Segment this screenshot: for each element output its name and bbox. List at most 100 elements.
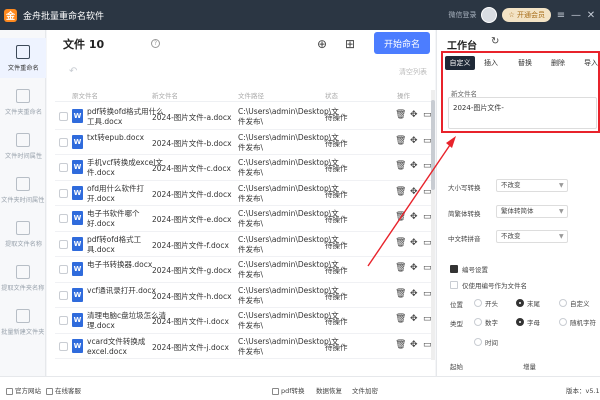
sidebar-item-label: 文件夹重命名: [4, 107, 42, 116]
sidebar-item-file-time[interactable]: 文件时间属性: [0, 126, 46, 166]
sidebar-item-label: 提取文件夹名称: [1, 283, 45, 292]
table-row[interactable]: W 电子书转换器.docx 2024-图片文件-g.docx C:\Users\adm…: [55, 257, 433, 283]
type-number-radio[interactable]: [474, 318, 482, 326]
row-checkbox[interactable]: [59, 341, 68, 351]
status-cell: 待操作: [325, 240, 348, 250]
avatar[interactable]: [481, 7, 498, 23]
trad-simplified-select[interactable]: 繁体转简体: [496, 205, 568, 218]
pdf-convert-link[interactable]: pdf转换: [272, 385, 305, 395]
trash-icon[interactable]: 🗑: [395, 314, 406, 324]
table-row[interactable]: Wtxt转epub.docx 2024-图片文件-b.docx C:\Users\a…: [55, 130, 433, 155]
position-end-radio[interactable]: [516, 299, 524, 307]
trash-icon[interactable]: 🗑: [395, 289, 406, 299]
clear-list-link[interactable]: 清空列表: [399, 67, 427, 77]
sidebar-item-folder-rename[interactable]: 文件夹重命名: [0, 82, 46, 122]
sidebar-item-extract-foldername[interactable]: 提取文件夹名称: [0, 258, 46, 298]
vip-button[interactable]: ☆ 开通会员: [502, 8, 551, 22]
new-name-cell: 2024-图片文件-h.docx: [152, 291, 232, 301]
move-icon[interactable]: ✥: [410, 187, 418, 197]
move-icon[interactable]: ✥: [410, 110, 418, 120]
file-encrypt-link[interactable]: 文件加密: [352, 385, 378, 395]
type-time-radio[interactable]: [474, 338, 482, 346]
undo-icon[interactable]: ↶: [69, 66, 77, 77]
row-checkbox[interactable]: [59, 163, 68, 172]
table-row[interactable]: Wvcf通讯录打开.docx 2024-图片文件-h.docx C:\Users\a…: [55, 283, 433, 308]
trash-icon[interactable]: 🗑: [395, 161, 406, 171]
file-time-icon: [16, 132, 30, 147]
move-icon[interactable]: ✥: [410, 340, 418, 350]
row-checkbox[interactable]: [59, 290, 68, 300]
official-website-link[interactable]: 官方网站: [6, 385, 41, 395]
bottom-bar: 官方网站 在线客服 pdf转换 数据恢复 文件加密 版本：v5.1: [0, 376, 600, 400]
start-rename-button[interactable]: 开始命名: [374, 32, 430, 54]
use-number-only-checkbox[interactable]: [450, 281, 458, 289]
move-icon[interactable]: ✥: [410, 238, 418, 248]
add-folder-icon[interactable]: ⊞: [343, 37, 357, 51]
pinyin-select[interactable]: 不改变: [496, 230, 568, 243]
row-checkbox[interactable]: [59, 188, 68, 198]
file-rename-icon: [16, 44, 30, 59]
sidebar-item-extract-filename[interactable]: 提取文件名称: [0, 214, 46, 254]
row-checkbox[interactable]: [59, 214, 68, 223]
word-doc-icon: W: [72, 109, 83, 123]
row-checkbox[interactable]: [59, 112, 68, 121]
add-file-icon[interactable]: ⊕: [315, 37, 329, 51]
trash-icon[interactable]: 🗑: [395, 238, 406, 248]
numbering-checkbox[interactable]: [450, 265, 458, 273]
sidebar-item-folder-time[interactable]: 文件夹时间属性: [0, 170, 46, 210]
move-icon[interactable]: ✥: [410, 314, 418, 324]
row-checkbox[interactable]: [59, 239, 68, 249]
trash-icon[interactable]: 🗑: [395, 187, 406, 197]
trash-icon[interactable]: 🗑: [395, 340, 406, 350]
refresh-icon[interactable]: ↻: [491, 36, 499, 47]
position-start-radio[interactable]: [474, 299, 482, 307]
folder-rename-icon: [16, 88, 30, 103]
scrollbar-thumb[interactable]: [431, 100, 435, 190]
new-name-cell: 2024-图片文件-j.docx: [152, 342, 229, 352]
table-row[interactable]: Wpdf转换ofd格式用什么工具.docx 2024-图片文件-a.docx C:\…: [55, 104, 433, 130]
sidebar-item-batch-new-folder[interactable]: 批量新建文件夹: [0, 302, 46, 342]
table-row[interactable]: W 手机vcf转换成excel文件.docx 2024-图片文件-c.docx C:\…: [55, 155, 433, 181]
row-checkbox[interactable]: [59, 265, 68, 274]
data-recovery-link[interactable]: 数据恢复: [316, 385, 342, 395]
home-icon: [6, 387, 13, 395]
menu-icon[interactable]: ≡: [556, 10, 566, 21]
trash-icon[interactable]: 🗑: [395, 136, 406, 146]
move-icon[interactable]: ✥: [410, 263, 418, 273]
status-cell: 待操作: [325, 164, 348, 173]
type-number-label: 数字: [485, 319, 498, 327]
close-icon[interactable]: ✕: [586, 10, 596, 21]
word-doc-icon: W: [72, 262, 83, 276]
pdf-convert-label: pdf转换: [281, 387, 305, 395]
row-checkbox[interactable]: [59, 316, 68, 325]
type-random-radio[interactable]: [559, 318, 567, 326]
table-row[interactable]: W 电子书软件哪个好.docx 2024-图片文件-e.docx C:\Users\a…: [55, 206, 433, 232]
column-actions: 操作: [397, 92, 410, 100]
minimize-icon[interactable]: —: [571, 10, 581, 21]
position-custom-radio[interactable]: [559, 299, 567, 307]
case-select[interactable]: 不改变: [496, 179, 568, 192]
online-support-link[interactable]: 在线客服: [46, 385, 81, 395]
table-row[interactable]: Wofd用什么软件打开.docx 2024-图片文件-d.docx C:\Users…: [55, 181, 433, 206]
move-icon[interactable]: ✥: [410, 212, 418, 222]
move-icon[interactable]: ✥: [410, 136, 418, 146]
table-row[interactable]: Wvcard文件转换成excel.docx 2024-图片文件-j.docx C:\…: [55, 334, 433, 359]
trash-icon[interactable]: 🗑: [395, 110, 406, 120]
row-checkbox[interactable]: [59, 137, 68, 147]
move-icon[interactable]: ✥: [410, 289, 418, 299]
sidebar-item-file-rename[interactable]: 文件重命名: [0, 38, 46, 78]
version-label: 版本：v5.1: [566, 387, 600, 395]
move-icon[interactable]: ✥: [410, 161, 418, 171]
help-icon[interactable]: ?: [151, 39, 160, 48]
type-letter-radio[interactable]: [516, 318, 524, 326]
title-bar: 金 金舟批量重命名软件 微信登录 ☆ 开通会员 ≡ — ✕: [0, 0, 600, 30]
word-doc-icon: W: [72, 185, 83, 200]
table-row[interactable]: W 清理电脑c盘垃圾怎么清理.docx 2024-图片文件-i.docx C:\Use…: [55, 308, 433, 334]
trash-icon[interactable]: 🗑: [395, 212, 406, 222]
sidebar-item-label: 文件夹时间属性: [1, 195, 45, 204]
wechat-login-link[interactable]: 微信登录: [448, 10, 476, 20]
table-row[interactable]: Wpdf转ofd格式工具.docx 2024-图片文件-f.docx C:\User…: [55, 232, 433, 257]
trad-simplified-label: 简繁体转换: [448, 210, 481, 218]
trash-icon[interactable]: 🗑: [395, 263, 406, 273]
path-cell: C:\Users\admin\Desktop\文件发布\: [238, 234, 339, 254]
